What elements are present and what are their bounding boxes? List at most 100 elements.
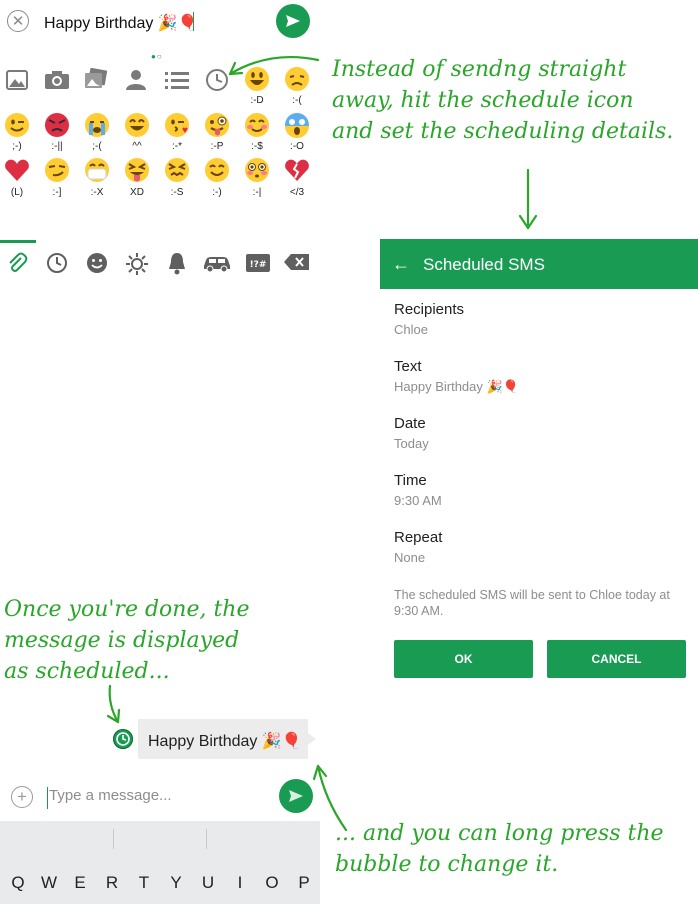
emoji-happy[interactable]	[204, 157, 230, 183]
emoji-label: :-]	[52, 187, 62, 198]
contact-icon[interactable]	[126, 69, 146, 91]
emoji-grinning[interactable]	[244, 66, 270, 92]
arrow-to-bubble-clock	[108, 684, 120, 724]
send-button[interactable]	[276, 4, 310, 38]
repeat-value[interactable]: None	[394, 550, 425, 565]
ok-button[interactable]: OK	[394, 640, 533, 678]
annotation-line: as scheduled...	[4, 659, 170, 684]
emoji-label: :-S	[170, 187, 184, 198]
key-e[interactable]: E	[64, 873, 96, 893]
key-i[interactable]: I	[224, 873, 256, 893]
camera-icon[interactable]	[44, 70, 70, 90]
page-indicator: ●○	[151, 52, 163, 61]
emoji-smirk[interactable]	[44, 157, 70, 183]
emoji-smile[interactable]	[124, 112, 150, 138]
attachment-tab-icon[interactable]	[6, 252, 28, 274]
emoji-angry[interactable]	[44, 112, 70, 138]
emoji-crying[interactable]	[84, 112, 110, 138]
recipients-value[interactable]: Chloe	[394, 322, 428, 337]
emoji-label: ;-)	[12, 141, 22, 152]
annotation-line: and set the scheduling details.	[332, 119, 674, 144]
emoji-mask[interactable]	[84, 157, 110, 183]
text-value[interactable]: Happy Birthday 🎉🎈	[394, 379, 519, 395]
date-label: Date	[394, 415, 426, 432]
key-q[interactable]: Q	[2, 873, 34, 893]
emoji-label: (L)	[10, 187, 24, 198]
emoji-label: :-P	[210, 141, 224, 152]
time-value[interactable]: 9:30 AM	[394, 493, 442, 508]
scheduled-clock-icon	[113, 729, 133, 749]
svg-text:!?#: !?#	[250, 260, 267, 270]
symbols-tab-icon[interactable]: !?#	[246, 253, 270, 273]
emoji-label: :-(	[292, 95, 302, 106]
emoji-blush[interactable]	[244, 112, 270, 138]
emoji-label: :-)	[212, 187, 222, 198]
emoji-broken-heart[interactable]	[284, 157, 310, 183]
annotation-line: Once you're done, the	[4, 597, 250, 622]
compose-message-text[interactable]: Happy Birthday 🎉🎈	[44, 13, 198, 33]
emoji-heart[interactable]	[4, 157, 30, 183]
backspace-icon[interactable]	[284, 253, 310, 271]
annotation-line: away, hit the schedule icon	[332, 88, 634, 113]
notifications-tab-icon[interactable]	[166, 251, 188, 275]
send-icon	[286, 15, 300, 27]
emoji-wink[interactable]	[4, 112, 30, 138]
photo-album-icon[interactable]	[84, 68, 108, 90]
annotation-long-press: ... and you can long press the bubble to…	[335, 818, 697, 880]
emoji-label: :-D	[250, 95, 264, 106]
emoji-flushed[interactable]	[244, 157, 270, 183]
key-r[interactable]: R	[96, 873, 128, 893]
list-icon[interactable]	[165, 71, 189, 89]
emoji-label: :-*	[172, 141, 182, 152]
emoji-label: :-||	[51, 141, 63, 152]
gallery-icon[interactable]	[6, 70, 28, 90]
nature-tab-icon[interactable]	[124, 251, 150, 277]
suggestion-divider	[113, 829, 114, 849]
bubble-tail	[308, 733, 316, 745]
back-arrow-icon[interactable]: ←	[392, 254, 410, 275]
emoji-disappointed[interactable]	[284, 66, 310, 92]
travel-tab-icon[interactable]	[202, 254, 232, 272]
key-p[interactable]: P	[288, 873, 320, 893]
suggestion-divider	[206, 829, 207, 849]
annotation-scheduled-display: Once you're done, the message is display…	[4, 594, 284, 687]
schedule-icon[interactable]	[205, 68, 229, 92]
emoji-label: ;-(	[92, 141, 102, 152]
cancel-button-label: CANCEL	[591, 652, 642, 666]
annotation-line: Instead of sendng straight	[332, 57, 627, 82]
annotation-line: ... and you can long press the	[335, 821, 664, 846]
annotation-line: message is displayed	[4, 628, 240, 653]
emoji-kiss[interactable]	[164, 112, 190, 138]
send-button-bottom[interactable]	[279, 779, 313, 813]
emoji-confounded[interactable]	[164, 157, 190, 183]
schedule-summary-note: The scheduled SMS will be sent to Chloe …	[394, 588, 670, 618]
send-icon	[289, 790, 303, 802]
cancel-button[interactable]: CANCEL	[547, 640, 686, 678]
active-tab-indicator	[0, 240, 36, 243]
repeat-label: Repeat	[394, 529, 443, 546]
emoji-label: :-$	[251, 141, 263, 152]
emoji-label: </3	[289, 187, 305, 198]
emoji-tongue[interactable]	[204, 112, 230, 138]
recipients-label: Recipients	[394, 301, 465, 318]
ok-button-label: OK	[454, 652, 473, 666]
emoji-squint-tongue[interactable]	[124, 157, 150, 183]
key-w[interactable]: W	[33, 873, 65, 893]
recent-tab-icon[interactable]	[46, 252, 68, 274]
key-u[interactable]: U	[192, 873, 224, 893]
scheduled-sms-title: Scheduled SMS	[423, 255, 545, 274]
text-label: Text	[394, 358, 422, 375]
add-attachment-icon[interactable]: +	[11, 786, 33, 808]
smileys-tab-icon[interactable]	[86, 252, 108, 274]
emoji-scream[interactable]	[284, 112, 310, 138]
message-input[interactable]: Type a message...	[47, 787, 269, 809]
date-value[interactable]: Today	[394, 436, 429, 451]
emoji-label: :-|	[252, 187, 262, 198]
emoji-label: XD	[130, 187, 144, 198]
key-t[interactable]: T	[128, 873, 160, 893]
emoji-label: :-O	[290, 141, 304, 152]
text-cursor	[193, 12, 194, 31]
key-y[interactable]: Y	[160, 873, 192, 893]
key-o[interactable]: O	[256, 873, 288, 893]
close-icon[interactable]: ✕	[7, 10, 29, 32]
